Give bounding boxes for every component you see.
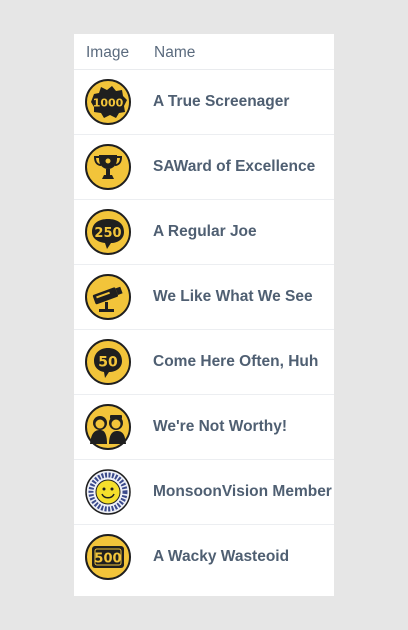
- table-row: We're Not Worthy!: [74, 395, 334, 460]
- badge-name: We Like What We See: [153, 288, 313, 305]
- column-header-image: Image: [86, 44, 130, 61]
- badge-smiley-icon: [85, 469, 131, 515]
- table-row: 500 A Wacky Wasteoid: [74, 525, 334, 589]
- badge-name: SAWard of Excellence: [153, 158, 316, 175]
- svg-text:50: 50: [98, 355, 118, 371]
- badge-name: Come Here Often, Huh: [153, 353, 319, 370]
- badge-250-icon: 250: [85, 209, 131, 255]
- svg-text:500: 500: [94, 552, 121, 567]
- column-header-name: Name: [154, 44, 196, 61]
- badge-50-icon: 50: [85, 339, 131, 385]
- svg-text:1000: 1000: [93, 97, 124, 110]
- badge-name: A Regular Joe: [153, 223, 257, 240]
- badge-500-icon: 500: [85, 534, 131, 580]
- table-header: Image Name: [74, 34, 334, 70]
- badge-1000-icon: 1000: [85, 79, 131, 125]
- table-row: MonsoonVision Member: [74, 460, 334, 525]
- badge-name: A True Screenager: [153, 93, 290, 110]
- badge-trophy-icon: [85, 144, 131, 190]
- badge-name: MonsoonVision Member: [153, 483, 332, 500]
- badges-table: Image Name 1000 A True Screenager SAWard…: [74, 34, 334, 596]
- table-row: 50 Come Here Often, Huh: [74, 330, 334, 395]
- table-row: SAWard of Excellence: [74, 135, 334, 200]
- table-row: 1000 A True Screenager: [74, 70, 334, 135]
- badge-name: A Wacky Wasteoid: [153, 548, 290, 565]
- badge-camera-icon: [85, 274, 131, 320]
- table-row: 250 A Regular Joe: [74, 200, 334, 265]
- badge-faces-icon: [85, 404, 131, 450]
- badge-name: We're Not Worthy!: [153, 418, 288, 435]
- table-row: We Like What We See: [74, 265, 334, 330]
- svg-text:250: 250: [94, 226, 121, 241]
